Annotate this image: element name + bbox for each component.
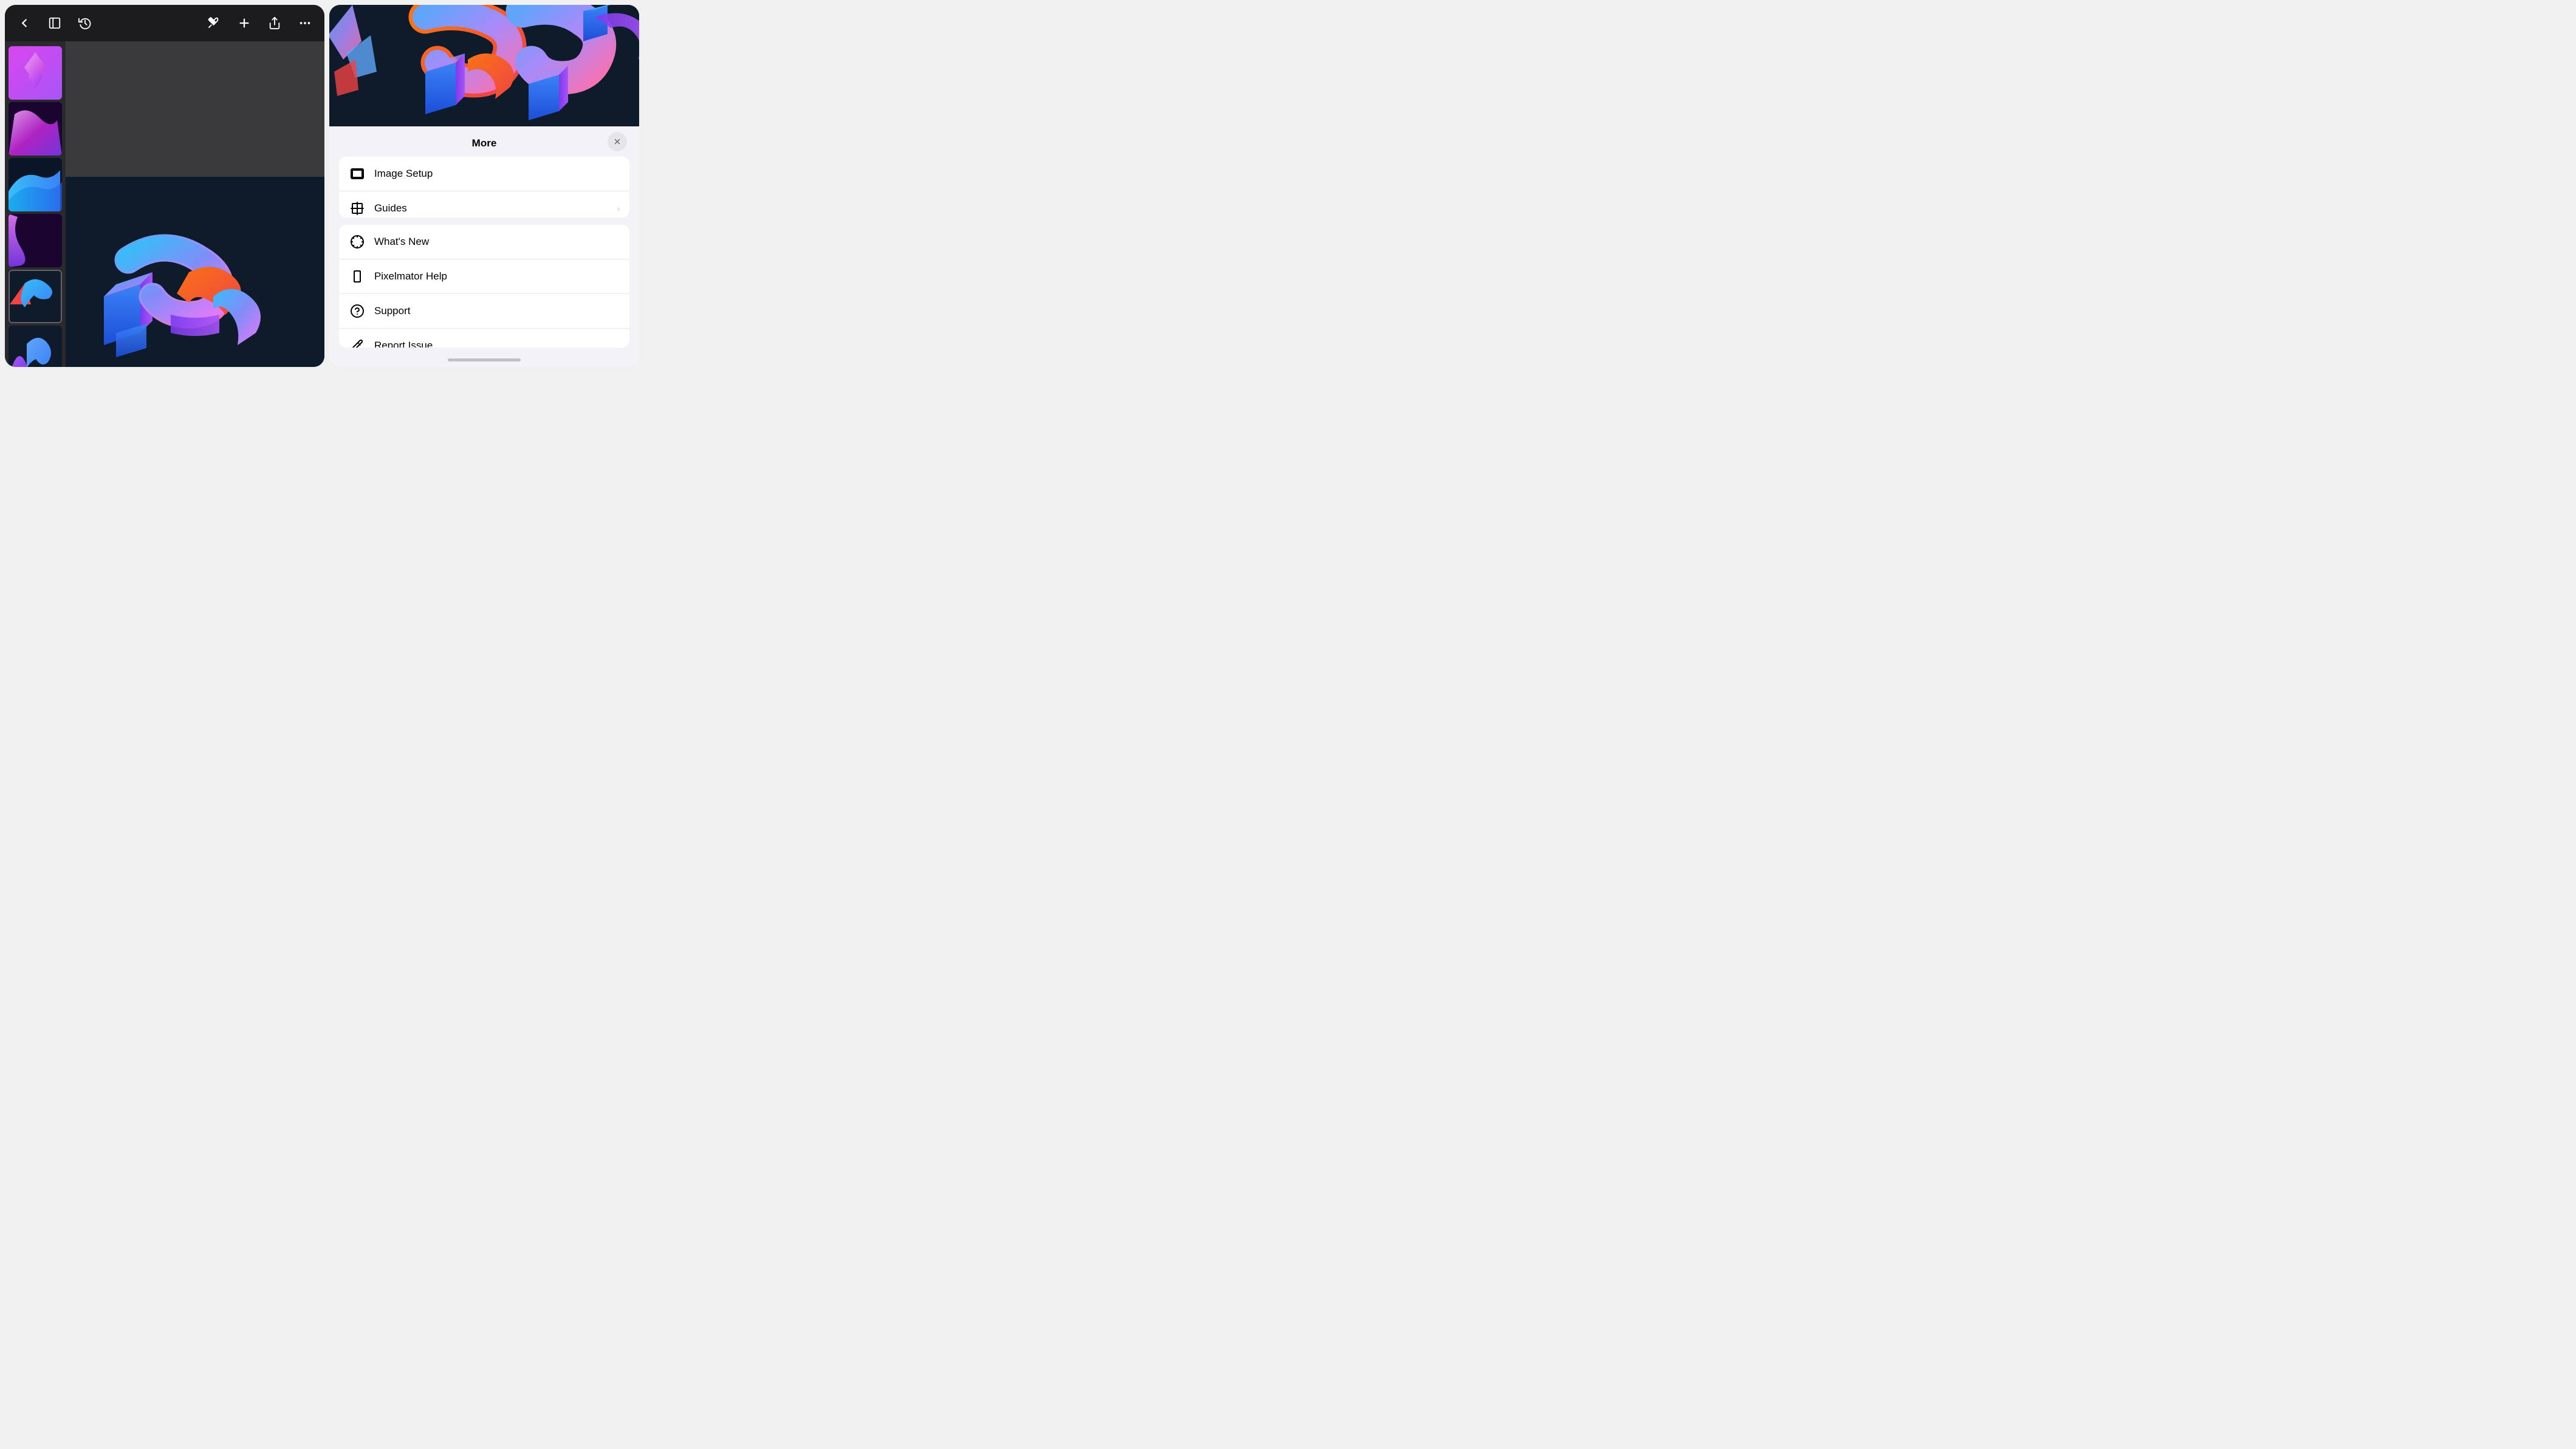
menu-item-guides-label: Guides	[374, 202, 608, 214]
toolbar-right	[204, 13, 315, 33]
menu-section-2: What's New Pixelmator Help	[339, 225, 629, 348]
main-content	[5, 41, 324, 367]
artwork-area	[329, 5, 639, 126]
add-button[interactable]	[235, 13, 254, 33]
menu-item-support[interactable]: Support	[339, 294, 629, 329]
menu-section-1: Image Setup Guides ›	[339, 157, 629, 218]
support-icon	[349, 303, 366, 320]
share-button[interactable]	[265, 13, 284, 33]
menu-scroll: Image Setup Guides ›	[329, 157, 639, 355]
home-bar	[448, 358, 521, 361]
menu-item-report-issue[interactable]: Report Issue	[339, 329, 629, 348]
tools-button[interactable]	[204, 13, 224, 33]
menu-item-pixelmator-help-label: Pixelmator Help	[374, 270, 620, 283]
menu-item-guides[interactable]: Guides ›	[339, 191, 629, 218]
whats-new-icon	[349, 233, 366, 250]
more-menu-sheet: More Image Setup	[329, 126, 639, 367]
image-setup-icon	[349, 165, 366, 182]
menu-item-whats-new[interactable]: What's New	[339, 225, 629, 259]
guides-chevron: ›	[617, 204, 620, 213]
app-panel	[5, 5, 324, 367]
home-indicator	[329, 355, 639, 367]
menu-item-whats-new-label: What's New	[374, 236, 620, 248]
layer-thumb-3[interactable]	[9, 158, 62, 211]
canvas-top	[66, 41, 324, 177]
menu-item-image-setup[interactable]: Image Setup	[339, 157, 629, 191]
close-button[interactable]	[608, 132, 627, 151]
sheet-title: More	[472, 137, 497, 149]
more-button[interactable]	[295, 13, 315, 33]
history-button[interactable]	[75, 13, 95, 33]
report-icon	[349, 337, 366, 348]
guides-icon	[349, 200, 366, 217]
canvas-bottom	[66, 177, 324, 367]
menu-item-report-issue-label: Report Issue	[374, 340, 620, 348]
layer-thumb-4[interactable]	[9, 214, 62, 267]
menu-item-image-setup-label: Image Setup	[374, 168, 620, 180]
menu-item-support-label: Support	[374, 305, 620, 317]
canvas-area	[66, 41, 324, 367]
layers-sidebar[interactable]	[5, 41, 66, 367]
menu-item-pixelmator-help[interactable]: Pixelmator Help	[339, 259, 629, 294]
layer-thumb-1[interactable]	[9, 46, 62, 100]
right-panel: More Image Setup	[329, 5, 639, 367]
help-icon	[349, 268, 366, 285]
panel-toggle-button[interactable]	[45, 13, 64, 33]
toolbar	[5, 5, 324, 41]
back-button[interactable]	[15, 13, 34, 33]
sheet-header: More	[329, 126, 639, 157]
layer-thumb-5[interactable]	[9, 270, 62, 323]
layer-thumb-6[interactable]	[9, 326, 62, 367]
layer-thumb-2[interactable]	[9, 102, 62, 156]
